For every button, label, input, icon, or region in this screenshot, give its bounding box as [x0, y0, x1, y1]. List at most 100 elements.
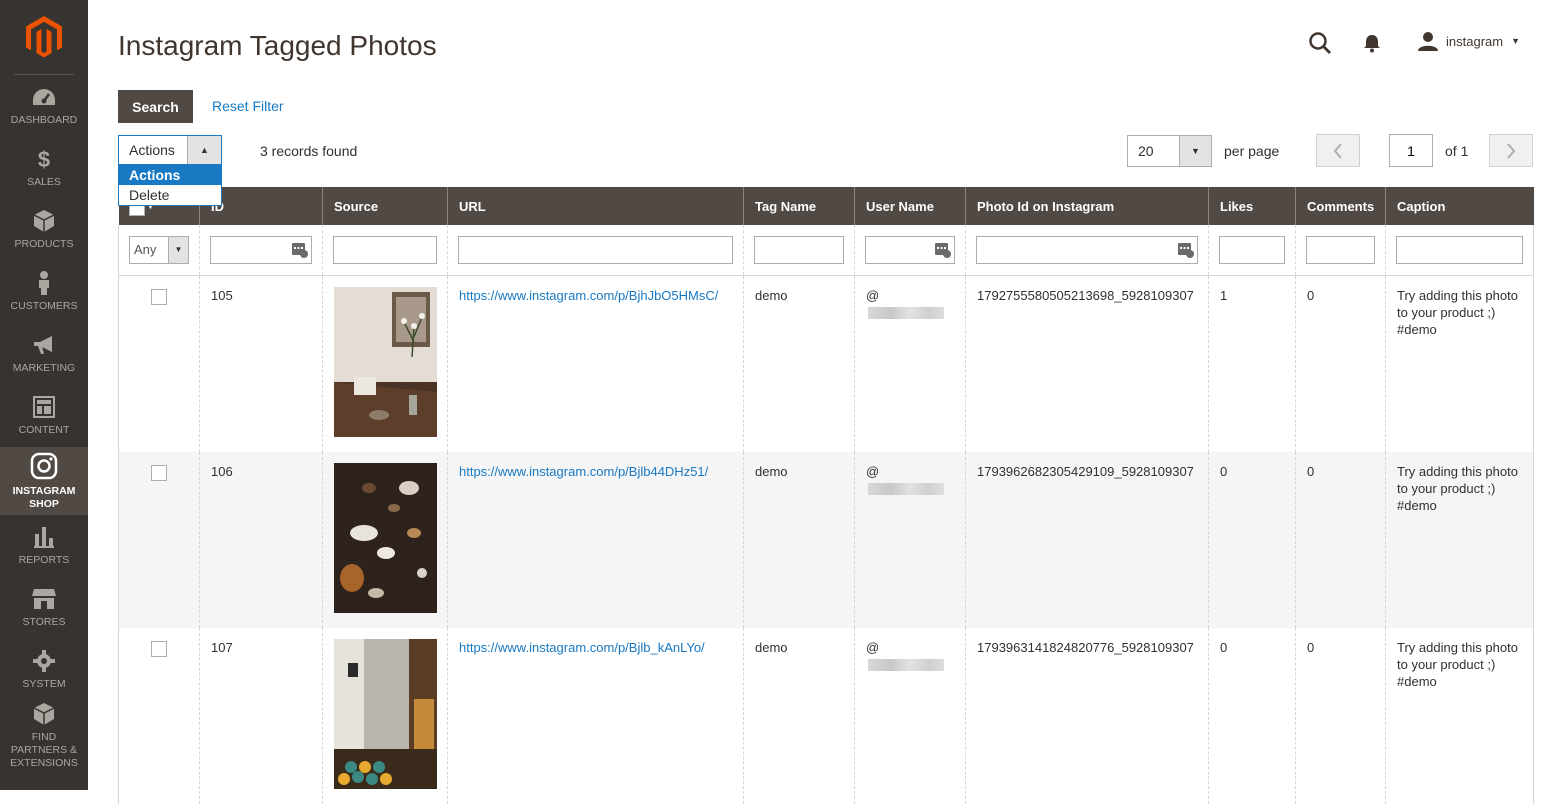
row-select-cell — [118, 627, 200, 804]
url-cell: https://www.instagram.com/p/Bjlb44DHz51/ — [447, 451, 744, 628]
admin-sidebar: DASHBOARD $ SALES PRODUCTS CUSTOMERS MAR… — [0, 0, 88, 790]
filter-cell-source — [322, 225, 448, 276]
id-cell: 107 — [199, 627, 323, 804]
chevron-left-icon — [1333, 142, 1342, 159]
tag-name-filter-input[interactable] — [754, 235, 844, 264]
sidebar-item-find-partners[interactable]: FIND PARTNERS & EXTENSIONS — [0, 701, 88, 771]
grid-filter-row: Any ▼ — [118, 225, 1534, 276]
calendar-icon[interactable] — [1178, 241, 1194, 258]
likes-filter-input[interactable] — [1219, 235, 1285, 264]
caption-cell: Try adding this photo to your product ;)… — [1385, 627, 1534, 804]
page-number-input[interactable] — [1389, 134, 1433, 167]
photo-thumbnail[interactable] — [334, 286, 437, 437]
user-name-cell: @ — [854, 275, 966, 452]
instagram-post-link[interactable]: https://www.instagram.com/p/Bjlb_kAnLYo/ — [459, 640, 705, 655]
page-title: Instagram Tagged Photos — [118, 30, 437, 61]
calendar-icon[interactable] — [935, 241, 951, 258]
admin-username: instagram — [1446, 33, 1504, 49]
sidebar-item-label: CUSTOMERS — [10, 300, 78, 312]
photo-id-cell: 1792755580505213698_5928109307 — [965, 275, 1209, 452]
notifications-button[interactable] — [1362, 33, 1382, 53]
likes-cell: 1 — [1208, 275, 1296, 452]
column-header-likes[interactable]: Likes — [1208, 187, 1296, 225]
search-button[interactable]: Search — [118, 90, 193, 123]
photo-id-filter-input[interactable] — [976, 235, 1198, 264]
mass-action-option-actions[interactable]: Actions — [119, 165, 221, 185]
comments-cell: 0 — [1295, 275, 1386, 452]
user-name-prefix: @ — [866, 287, 880, 303]
user-name-filter-input[interactable] — [865, 235, 955, 264]
column-header-url[interactable]: URL — [447, 187, 744, 225]
photo-thumbnail[interactable] — [334, 638, 437, 789]
search-icon — [1309, 32, 1331, 54]
instagram-post-link[interactable]: https://www.instagram.com/p/Bjlb44DHz51/ — [459, 464, 708, 479]
filter-cell-url — [447, 225, 744, 276]
sidebar-item-label: FIND PARTNERS & EXTENSIONS — [10, 731, 78, 769]
user-icon — [1418, 32, 1438, 51]
sidebar-item-label: INSTAGRAM SHOP — [12, 484, 76, 510]
url-cell: https://www.instagram.com/p/Bjlb_kAnLYo/ — [447, 627, 744, 804]
sidebar-item-stores[interactable]: STORES — [0, 577, 88, 639]
sidebar-item-reports[interactable]: REPORTS — [0, 515, 88, 577]
sidebar-item-sales[interactable]: $ SALES — [0, 137, 88, 199]
filter-cell-tag-name — [743, 225, 855, 276]
sidebar-item-customers[interactable]: CUSTOMERS — [0, 261, 88, 323]
filter-cell-id — [199, 225, 323, 276]
user-name-prefix: @ — [866, 463, 880, 479]
source-cell — [322, 627, 448, 804]
column-header-user-name[interactable]: User Name — [854, 187, 966, 225]
admin-user-menu[interactable]: instagram ▼ — [1418, 31, 1520, 51]
per-page-value: 20 — [1138, 143, 1154, 159]
global-search-button[interactable] — [1308, 31, 1332, 55]
row-checkbox[interactable] — [151, 464, 167, 481]
table-row: 106 https://www.instagram.com/p/Bjlb44DH… — [118, 451, 1534, 628]
url-cell: https://www.instagram.com/p/BjhJbO5HMsC/ — [447, 275, 744, 452]
records-found: 3 records found — [260, 143, 358, 159]
caret-up-icon: ▲ — [187, 136, 221, 164]
page-total: of 1 — [1445, 143, 1469, 159]
photo-thumbnail[interactable] — [334, 462, 437, 613]
column-header-caption[interactable]: Caption — [1385, 187, 1534, 225]
mass-actions-value: Actions — [129, 142, 175, 158]
caption-filter-input[interactable] — [1396, 235, 1523, 264]
mass-action-option-delete[interactable]: Delete — [119, 185, 221, 205]
sidebar-item-dashboard[interactable]: DASHBOARD — [0, 75, 88, 137]
sidebar-item-content[interactable]: CONTENT — [0, 385, 88, 447]
sidebar-item-system[interactable]: SYSTEM — [0, 639, 88, 701]
source-filter-input[interactable] — [333, 235, 437, 264]
calendar-icon[interactable] — [292, 241, 308, 258]
column-header-photo-id[interactable]: Photo Id on Instagram — [965, 187, 1209, 225]
sidebar-item-products[interactable]: PRODUCTS — [0, 199, 88, 261]
user-name-cell: @ — [854, 627, 966, 804]
instagram-post-link[interactable]: https://www.instagram.com/p/BjhJbO5HMsC/ — [459, 288, 718, 303]
bell-icon — [1364, 35, 1380, 53]
magento-logo[interactable] — [14, 0, 74, 75]
sidebar-item-marketing[interactable]: MARKETING — [0, 323, 88, 385]
caption-cell: Try adding this photo to your product ;)… — [1385, 451, 1534, 628]
id-filter-input[interactable] — [210, 235, 312, 264]
user-name-cell: @ — [854, 451, 966, 628]
column-header-comments[interactable]: Comments — [1295, 187, 1386, 225]
mass-actions-select[interactable]: Actions ▲ — [118, 135, 222, 165]
comments-filter-input[interactable] — [1306, 235, 1375, 264]
tag-name-cell: demo — [743, 627, 855, 804]
column-header-source[interactable]: Source — [322, 187, 448, 225]
row-checkbox[interactable] — [151, 640, 167, 657]
chevron-right-icon — [1507, 142, 1516, 159]
row-select-cell — [118, 451, 200, 628]
grid-header-row: ID Source URL Tag Name User Name Photo I… — [118, 187, 1534, 225]
reset-filter-link[interactable]: Reset Filter — [212, 98, 284, 114]
per-page-select[interactable]: 20 ▼ — [1127, 135, 1212, 167]
table-row: 107 https://www.instagram.com/p/Bjlb_kAn… — [118, 627, 1534, 804]
row-checkbox[interactable] — [151, 288, 167, 305]
likes-cell: 0 — [1208, 627, 1296, 804]
next-page-button[interactable] — [1489, 134, 1533, 167]
person-icon — [32, 271, 56, 295]
previous-page-button[interactable] — [1316, 134, 1360, 167]
tag-name-cell: demo — [743, 451, 855, 628]
url-filter-input[interactable] — [458, 235, 733, 264]
select-filter-dropdown[interactable]: Any ▼ — [129, 235, 189, 264]
column-header-tag-name[interactable]: Tag Name — [743, 187, 855, 225]
sidebar-item-label: PRODUCTS — [14, 238, 74, 250]
sidebar-item-instagram-shop[interactable]: INSTAGRAM SHOP — [0, 447, 88, 515]
